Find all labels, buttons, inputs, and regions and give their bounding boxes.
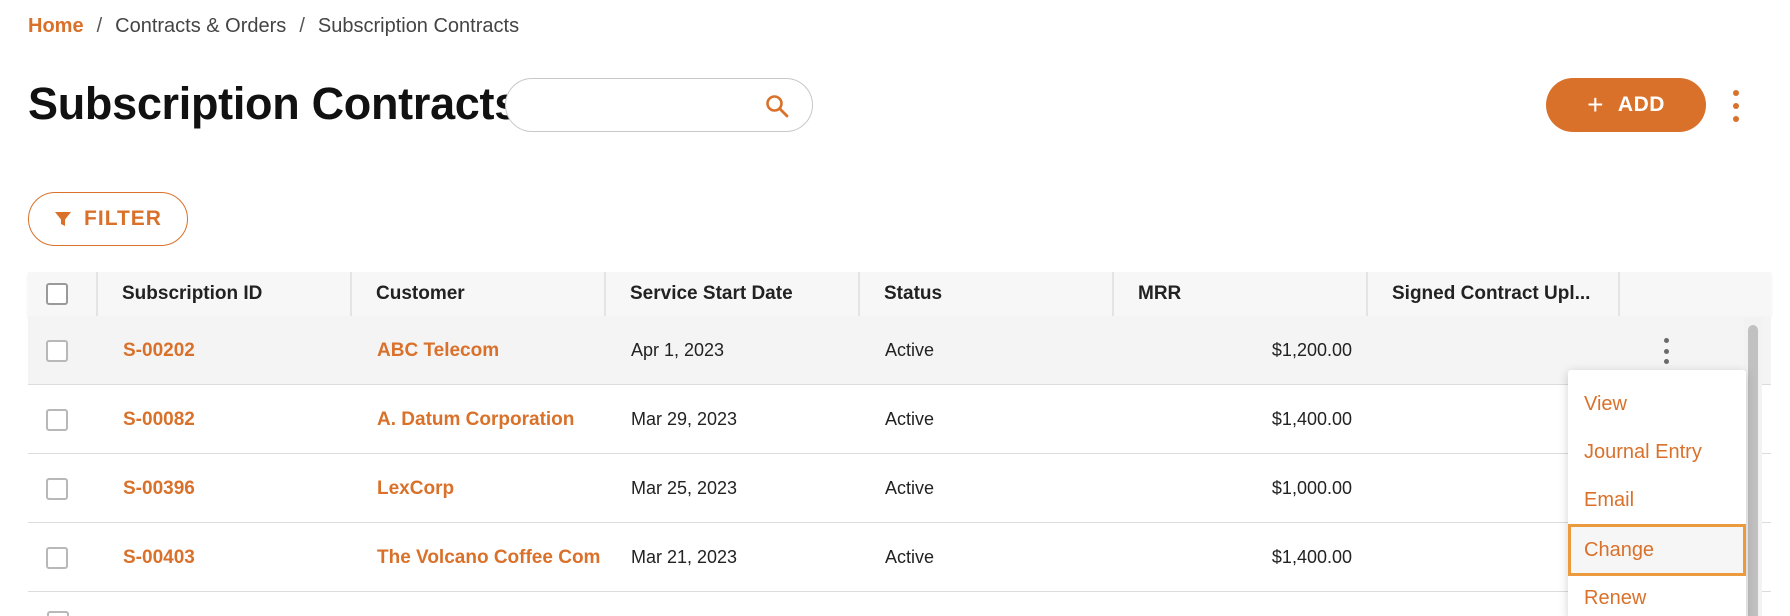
subscription-id-link[interactable]: S-00202 [123, 316, 195, 385]
subscriptions-table: Subscription ID Customer Service Start D… [28, 272, 1771, 592]
add-button-label: ADD [1617, 93, 1665, 116]
select-all-cell [46, 272, 68, 316]
table-row[interactable]: S-00082 A. Datum Corporation Mar 29, 202… [28, 385, 1771, 454]
column-header-customer[interactable]: Customer [352, 272, 604, 316]
subscription-id-link[interactable]: S-00396 [123, 454, 195, 523]
service-start-date: Apr 1, 2023 [631, 340, 725, 360]
subscription-id-link[interactable]: S-00082 [123, 385, 195, 454]
table-row[interactable]: S-00396 LexCorp Mar 25, 2023 Active $1,0… [28, 454, 1771, 523]
mrr: $1,200.00 [1271, 340, 1352, 360]
row-checkbox[interactable] [46, 477, 68, 500]
row-select-cell [46, 523, 68, 592]
menu-item-view[interactable]: View [1568, 380, 1746, 428]
mrr: $1,400.00 [1271, 547, 1352, 567]
filter-button[interactable]: FILTER [28, 192, 188, 246]
scrollbar-thumb[interactable] [1748, 325, 1758, 616]
menu-item-journal-entry[interactable]: Journal Entry [1568, 428, 1746, 476]
page-title: Subscription Contracts [28, 78, 519, 129]
select-all-checkbox[interactable] [46, 283, 68, 305]
column-header-signed-contract[interactable]: Signed Contract Upl... [1368, 272, 1618, 316]
row-select-cell [46, 316, 68, 385]
subscription-id-link[interactable]: S-00403 [123, 523, 195, 592]
row-checkbox[interactable] [46, 546, 68, 569]
customer-link[interactable]: ABC Telecom [377, 316, 499, 385]
row-checkbox[interactable] [47, 611, 69, 616]
column-header-service-start-date[interactable]: Service Start Date [606, 272, 858, 316]
column-header-status[interactable]: Status [860, 272, 1112, 316]
table-row[interactable]: S-00202 ABC Telecom Apr 1, 2023 Active $… [28, 316, 1771, 385]
table-header: Subscription ID Customer Service Start D… [28, 272, 1771, 316]
breadcrumb-separator: / [96, 15, 103, 37]
filter-button-label: FILTER [84, 207, 162, 230]
row-select-cell [46, 385, 68, 454]
status: Active [885, 547, 935, 567]
search-icon[interactable] [764, 93, 790, 119]
table-scrollbar[interactable] [1744, 317, 1762, 616]
status: Active [885, 478, 935, 498]
breadcrumb-current: Subscription Contracts [317, 15, 520, 37]
row-checkbox[interactable] [46, 408, 68, 431]
breadcrumb: Home / Contracts & Orders / Subscription… [28, 15, 519, 38]
row-select-cell [46, 454, 68, 523]
column-header-mrr[interactable]: MRR [1114, 272, 1366, 316]
column-divider[interactable] [1618, 272, 1620, 316]
menu-item-change[interactable]: Change [1568, 524, 1746, 576]
search-input[interactable] [528, 91, 748, 121]
filter-icon [55, 212, 72, 226]
row-checkbox[interactable] [46, 339, 68, 362]
breadcrumb-contracts-orders-link[interactable]: Contracts & Orders [115, 15, 286, 38]
table-row[interactable]: S-00403 The Volcano Coffee Com Mar 21, 2… [28, 523, 1771, 592]
service-start-date: Mar 21, 2023 [631, 547, 738, 567]
menu-item-email[interactable]: Email [1568, 476, 1746, 524]
service-start-date: Mar 29, 2023 [631, 409, 738, 429]
customer-link[interactable]: The Volcano Coffee Com [377, 523, 600, 592]
service-start-date: Mar 25, 2023 [631, 478, 738, 498]
mrr: $1,400.00 [1271, 409, 1352, 429]
more-options-icon[interactable] [1724, 90, 1748, 122]
breadcrumb-home-link[interactable]: Home [28, 15, 84, 38]
add-button[interactable]: + ADD [1546, 78, 1706, 132]
row-actions-icon[interactable] [1656, 338, 1676, 364]
customer-link[interactable]: LexCorp [377, 454, 454, 523]
menu-item-renew[interactable]: Renew [1568, 574, 1746, 616]
status: Active [885, 409, 935, 429]
customer-link[interactable]: A. Datum Corporation [377, 385, 574, 454]
plus-icon: + [1587, 89, 1604, 120]
status: Active [885, 340, 935, 360]
column-header-subscription-id[interactable]: Subscription ID [98, 272, 350, 316]
breadcrumb-separator: / [299, 15, 305, 37]
search-box[interactable] [505, 78, 813, 132]
mrr: $1,000.00 [1271, 478, 1352, 498]
row-actions-menu: View Journal Entry Email Change Renew [1568, 370, 1746, 616]
